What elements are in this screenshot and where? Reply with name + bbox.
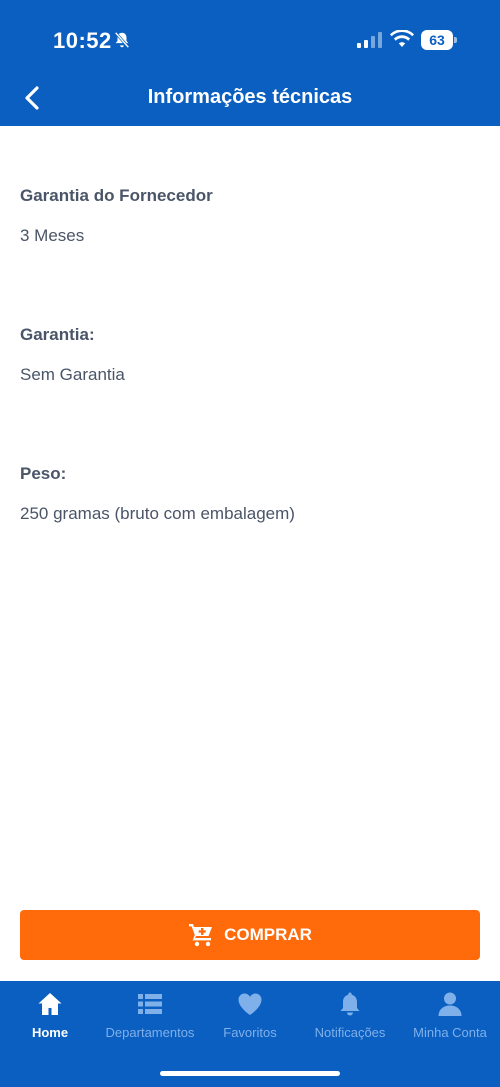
- tab-label: Notificações: [314, 1025, 386, 1040]
- status-time: 10:52: [53, 28, 112, 53]
- battery-level: 63: [429, 32, 445, 48]
- tab-label: Departamentos: [105, 1025, 195, 1040]
- spec-item-warranty: Garantia: Sem Garantia: [20, 325, 480, 464]
- tab-home[interactable]: Home: [0, 991, 100, 1047]
- tab-departamentos[interactable]: Departamentos: [100, 991, 200, 1047]
- spec-label: Garantia do Fornecedor: [20, 186, 213, 205]
- technical-info-list: Garantia do Fornecedor 3 Meses Garantia:…: [20, 186, 480, 603]
- list-icon: [138, 994, 162, 1014]
- bell-off-icon: [114, 31, 130, 49]
- shopping-cart-icon: [189, 924, 213, 947]
- spec-value: 250 gramas (bruto com embalagem): [20, 504, 295, 523]
- spec-value: 3 Meses: [20, 226, 85, 245]
- spec-value: Sem Garantia: [20, 365, 125, 384]
- user-icon: [438, 992, 462, 1016]
- tab-label: Minha Conta: [413, 1025, 487, 1040]
- top-bar: 10:52 63 Informações técnicas: [0, 0, 500, 126]
- home-icon: [38, 993, 62, 1015]
- tab-label: Home: [31, 1025, 69, 1040]
- tab-minha-conta[interactable]: Minha Conta: [400, 991, 500, 1047]
- bell-icon: [340, 992, 360, 1016]
- spec-label: Garantia:: [20, 325, 95, 344]
- buy-button[interactable]: COMPRAR: [20, 910, 480, 960]
- spec-item-supplier-warranty: Garantia do Fornecedor 3 Meses: [20, 186, 480, 325]
- buy-button-label: COMPRAR: [224, 925, 312, 944]
- wifi-icon: [390, 30, 414, 47]
- spec-label: Peso:: [20, 464, 67, 483]
- cellular-signal-icon: [357, 32, 382, 48]
- page-title: Informações técnicas: [147, 86, 353, 108]
- heart-icon: [238, 993, 262, 1015]
- home-indicator: [160, 1071, 340, 1076]
- tab-favoritos[interactable]: Favoritos: [200, 991, 300, 1047]
- tab-notificacoes[interactable]: Notificações: [300, 991, 400, 1047]
- spec-item-weight: Peso: 250 gramas (bruto com embalagem): [20, 464, 480, 603]
- status-bar: 10:52 63: [0, 0, 500, 80]
- battery-indicator: 63: [421, 30, 457, 50]
- tab-label: Favoritos: [223, 1025, 277, 1040]
